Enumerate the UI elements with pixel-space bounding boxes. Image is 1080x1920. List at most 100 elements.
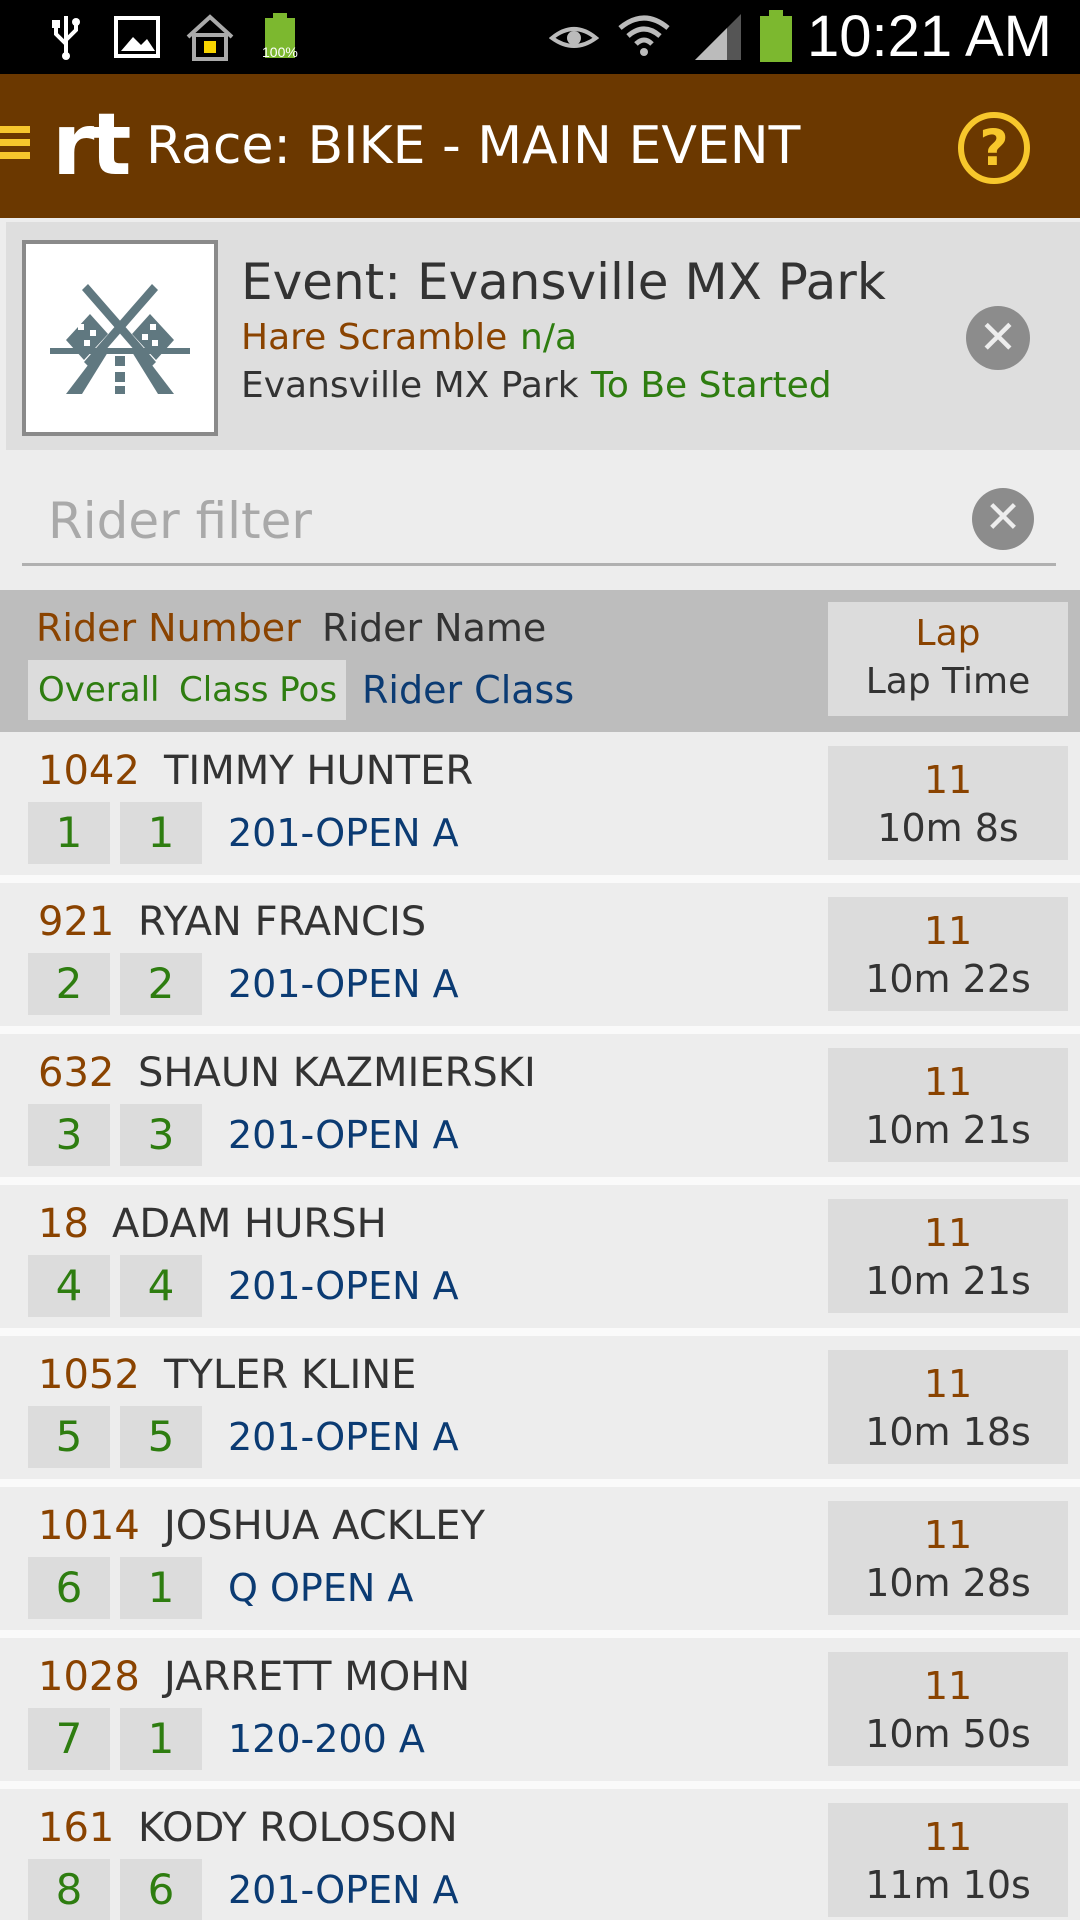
lap-box: 11 10m 8s: [828, 746, 1068, 860]
event-card[interactable]: Event: Evansville MX Park Hare Scramble …: [6, 222, 1080, 450]
rider-number: 18: [38, 1201, 89, 1247]
rider-number: 1028: [38, 1654, 140, 1700]
class-position: 6: [120, 1859, 202, 1920]
overall-position: 6: [28, 1557, 110, 1619]
class-position: 1: [120, 1708, 202, 1770]
lap-time: 10m 28s: [865, 1561, 1031, 1605]
lap-box: 11 10m 50s: [828, 1652, 1068, 1766]
rider-name: KODY ROLOSON: [138, 1805, 458, 1851]
event-status: To Be Started: [591, 365, 832, 406]
rider-class: 201-OPEN A: [228, 1264, 459, 1308]
rider-class: Q OPEN A: [228, 1566, 414, 1610]
lap-count: 11: [923, 1664, 973, 1708]
rider-class: 201-OPEN A: [228, 962, 459, 1006]
wifi-icon: [616, 12, 672, 62]
overall-position: 2: [28, 953, 110, 1015]
lap-count: 11: [923, 1513, 973, 1557]
rider-number: 161: [38, 1805, 115, 1851]
table-row[interactable]: 1052 TYLER KLINE 5 5 201-OPEN A 11 10m 1…: [0, 1336, 1080, 1487]
overall-position: 8: [28, 1859, 110, 1920]
rider-number: 1052: [38, 1352, 140, 1398]
lap-time: 10m 21s: [865, 1108, 1031, 1152]
table-row[interactable]: 1028 JARRETT MOHN 7 1 120-200 A 11 10m 5…: [0, 1638, 1080, 1789]
lap-count: 11: [923, 1060, 973, 1104]
rider-class: 201-OPEN A: [228, 1868, 459, 1912]
class-position: 1: [120, 1557, 202, 1619]
lap-time: 10m 50s: [865, 1712, 1031, 1756]
header-lap-time: Lap Time: [865, 661, 1031, 702]
action-bar: rt Race: BIKE - MAIN EVENT ?: [0, 74, 1080, 218]
header-class-pos[interactable]: Class Pos: [170, 660, 347, 720]
lap-count: 11: [923, 1211, 973, 1255]
header-rider-name[interactable]: Rider Name: [322, 604, 546, 652]
rider-name: JARRETT MOHN: [164, 1654, 471, 1700]
clear-filter-icon[interactable]: ✕: [972, 488, 1034, 550]
table-row[interactable]: 921 RYAN FRANCIS 2 2 201-OPEN A 11 10m 2…: [0, 883, 1080, 1034]
event-type: Hare Scramble: [241, 317, 508, 358]
class-position: 3: [120, 1104, 202, 1166]
lap-box: 11 10m 22s: [828, 897, 1068, 1011]
table-row[interactable]: 1042 TIMMY HUNTER 1 1 201-OPEN A 11 10m …: [0, 732, 1080, 883]
rider-name: TYLER KLINE: [164, 1352, 417, 1398]
table-row[interactable]: 1014 JOSHUA ACKLEY 6 1 Q OPEN A 11 10m 2…: [0, 1487, 1080, 1638]
header-rider-class[interactable]: Rider Class: [362, 660, 574, 720]
class-position: 2: [120, 953, 202, 1015]
table-row[interactable]: 18 ADAM HURSH 4 4 201-OPEN A 11 10m 21s: [0, 1185, 1080, 1336]
overall-position: 1: [28, 802, 110, 864]
event-venue: Evansville MX Park: [241, 365, 579, 406]
lap-count: 11: [923, 1815, 973, 1859]
rider-number: 1042: [38, 748, 140, 794]
lap-count: 11: [923, 909, 973, 953]
status-bar: 100% 10:21 AM: [0, 0, 1080, 74]
lap-box: 11 11m 10s: [828, 1803, 1068, 1917]
lap-box: 11 10m 28s: [828, 1501, 1068, 1615]
rider-name: TIMMY HUNTER: [164, 748, 474, 794]
class-position: 4: [120, 1255, 202, 1317]
header-rider-number[interactable]: Rider Number: [36, 604, 301, 652]
rider-name: JOSHUA ACKLEY: [164, 1503, 485, 1549]
help-button[interactable]: ?: [958, 112, 1030, 184]
home-icon: [182, 12, 238, 62]
rider-class: 201-OPEN A: [228, 1113, 459, 1157]
lap-time: 11m 10s: [865, 1863, 1031, 1907]
event-title: Event: Evansville MX Park: [241, 253, 886, 311]
battery-percent: 100%: [262, 44, 298, 60]
checkered-flags-icon: [22, 240, 218, 436]
close-icon[interactable]: ✕: [966, 306, 1030, 370]
rider-name: RYAN FRANCIS: [138, 899, 427, 945]
rider-number: 921: [38, 899, 115, 945]
lap-box: 11 10m 21s: [828, 1199, 1068, 1313]
page-title: Race: BIKE - MAIN EVENT: [146, 116, 801, 176]
class-position: 1: [120, 802, 202, 864]
signal-icon: [692, 12, 744, 62]
header-lap-box[interactable]: Lap Lap Time: [828, 602, 1068, 716]
rider-filter: ✕: [22, 480, 1056, 566]
lap-count: 11: [923, 1362, 973, 1406]
rider-filter-input[interactable]: [22, 480, 962, 562]
table-row[interactable]: 161 KODY ROLOSON 8 6 201-OPEN A 11 11m 1…: [0, 1789, 1080, 1920]
lap-time: 10m 8s: [877, 806, 1019, 850]
lap-box: 11 10m 18s: [828, 1350, 1068, 1464]
table-header: Rider Number Rider Name Overall Class Po…: [0, 590, 1080, 732]
table-row[interactable]: 632 SHAUN KAZMIERSKI 3 3 201-OPEN A 11 1…: [0, 1034, 1080, 1185]
event-type-value: n/a: [520, 317, 578, 358]
app-logo[interactable]: rt: [52, 102, 132, 188]
header-lap: Lap: [915, 613, 981, 654]
image-icon: [112, 12, 162, 62]
lap-count: 11: [923, 758, 973, 802]
menu-icon[interactable]: [0, 126, 30, 166]
lap-box: 11 10m 21s: [828, 1048, 1068, 1162]
header-overall[interactable]: Overall: [28, 660, 170, 720]
rider-class: 201-OPEN A: [228, 811, 459, 855]
class-position: 5: [120, 1406, 202, 1468]
overall-position: 4: [28, 1255, 110, 1317]
lap-time: 10m 21s: [865, 1259, 1031, 1303]
battery-icon: [756, 10, 796, 62]
clock: 10:21 AM: [806, 4, 1052, 69]
overall-position: 5: [28, 1406, 110, 1468]
overall-position: 7: [28, 1708, 110, 1770]
rider-name: SHAUN KAZMIERSKI: [138, 1050, 536, 1096]
overall-position: 3: [28, 1104, 110, 1166]
rider-name: ADAM HURSH: [112, 1201, 387, 1247]
rider-list: 1042 TIMMY HUNTER 1 1 201-OPEN A 11 10m …: [0, 732, 1080, 1920]
